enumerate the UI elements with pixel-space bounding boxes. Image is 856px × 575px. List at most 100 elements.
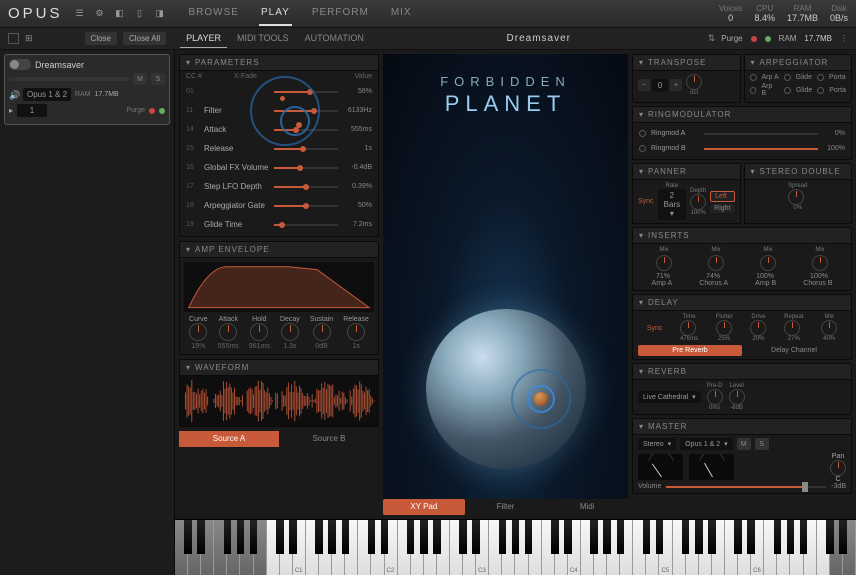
delay-knob-mix[interactable]: Mix40% xyxy=(821,314,837,342)
inst-purge-green[interactable] xyxy=(159,108,165,114)
black-key[interactable] xyxy=(368,520,375,554)
black-key[interactable] xyxy=(342,520,349,554)
master-volume-slider[interactable] xyxy=(666,486,826,488)
layout-center-icon[interactable]: ▯ xyxy=(133,7,147,21)
black-key[interactable] xyxy=(708,520,715,554)
reverb-level-knob[interactable] xyxy=(729,389,745,405)
master-mode-dropdown[interactable]: Stereo▾ xyxy=(638,438,676,450)
transpose-knob[interactable] xyxy=(686,74,702,90)
delay-knob-flutter[interactable]: Flutter25% xyxy=(716,314,733,342)
black-key[interactable] xyxy=(787,520,794,554)
source-a-tab[interactable]: Source A xyxy=(179,431,279,447)
preset-name-display[interactable]: Dreamsaver xyxy=(507,33,571,44)
param-row-16[interactable]: 16Global FX Volume-0.4dB xyxy=(186,158,372,177)
black-key[interactable] xyxy=(472,520,479,554)
env-knob-attack[interactable]: Attack555ms xyxy=(218,316,239,350)
amp-envelope-header[interactable]: ▾AMP ENVELOPE xyxy=(180,242,378,258)
tab-perform[interactable]: PERFORM xyxy=(310,1,371,26)
center-tab-xypad[interactable]: XY Pad xyxy=(383,499,465,515)
tab-mix[interactable]: MIX xyxy=(389,1,414,26)
preset-updown-icon[interactable]: ⇅ xyxy=(708,33,716,44)
transpose-plus[interactable]: + xyxy=(670,79,682,91)
delay-tab-prereverb[interactable]: Pre Reverb xyxy=(638,345,742,356)
black-key[interactable] xyxy=(433,520,440,554)
tab-browse[interactable]: BROWSE xyxy=(187,1,241,26)
reverb-predelay-knob[interactable] xyxy=(707,389,723,405)
panner-depth-knob[interactable] xyxy=(690,194,706,210)
solo-button[interactable]: S xyxy=(151,73,165,85)
black-key[interactable] xyxy=(184,520,191,554)
insert-knob[interactable] xyxy=(708,255,724,271)
close-all-button[interactable]: Close All xyxy=(123,32,166,45)
black-key[interactable] xyxy=(459,520,466,554)
black-key[interactable] xyxy=(197,520,204,554)
center-tab-filter[interactable]: Filter xyxy=(465,499,547,515)
black-key[interactable] xyxy=(826,520,833,554)
select-all-checkbox[interactable] xyxy=(8,33,19,44)
delay-knob-repeat[interactable]: Repeat27% xyxy=(784,314,803,342)
mute-button[interactable]: M xyxy=(133,73,147,85)
black-key[interactable] xyxy=(590,520,597,554)
delay-knob-drive[interactable]: Drive20% xyxy=(750,314,766,342)
black-key[interactable] xyxy=(839,520,846,554)
master-pan-knob[interactable] xyxy=(830,460,846,476)
env-knob-decay[interactable]: Decay1.3s xyxy=(280,316,300,350)
instrument-volume-slider[interactable] xyxy=(9,77,129,81)
master-mute[interactable]: M xyxy=(737,438,751,450)
planet-xy-view[interactable]: FORBIDDEN PLANET xyxy=(383,54,628,499)
black-key[interactable] xyxy=(747,520,754,554)
black-key[interactable] xyxy=(643,520,650,554)
transpose-stepper[interactable]: − 0 + xyxy=(638,79,682,92)
source-b-tab[interactable]: Source B xyxy=(279,431,379,447)
panner-left[interactable]: Left xyxy=(710,191,734,202)
more-icon[interactable]: ⋮ xyxy=(840,34,848,43)
layout-right-icon[interactable]: ◨ xyxy=(153,7,167,21)
ringmod-row[interactable]: Ringmod B100% xyxy=(639,141,845,156)
waveform-header[interactable]: ▾WAVEFORM xyxy=(180,360,378,376)
env-knob-sustain[interactable]: Sustain0dB xyxy=(310,316,333,350)
param-row-15[interactable]: 15Release1s xyxy=(186,139,372,158)
panner-right[interactable]: Right xyxy=(710,204,734,213)
black-key[interactable] xyxy=(525,520,532,554)
black-key[interactable] xyxy=(315,520,322,554)
instrument-card[interactable]: Dreamsaver M S 🔊 Opus 1 & 2 RAM 17.7MB ▸… xyxy=(4,54,170,125)
center-tab-midi[interactable]: Midi xyxy=(546,499,628,515)
delay-knob-time[interactable]: Time476ms xyxy=(680,314,698,342)
black-key[interactable] xyxy=(224,520,231,554)
subtab-player[interactable]: PLAYER xyxy=(180,29,227,48)
black-key[interactable] xyxy=(551,520,558,554)
menu-icon[interactable]: ☰ xyxy=(73,7,87,21)
black-key[interactable] xyxy=(250,520,257,554)
param-row-18[interactable]: 18Arpeggiator Gate50% xyxy=(186,196,372,215)
parameters-header[interactable]: ▾PARAMETERS xyxy=(180,55,378,71)
param-row-19[interactable]: 19Glide Time7.2ms xyxy=(186,215,372,234)
layout-left-icon[interactable]: ◧ xyxy=(113,7,127,21)
black-key[interactable] xyxy=(603,520,610,554)
black-key[interactable] xyxy=(512,520,519,554)
ringmod-row[interactable]: Ringmod A0% xyxy=(639,126,845,141)
waveform-display[interactable] xyxy=(180,376,378,426)
xy-cursor[interactable] xyxy=(534,392,548,406)
purge-dot-green[interactable] xyxy=(765,36,771,42)
master-output-dropdown[interactable]: Opus 1 & 2▾ xyxy=(680,438,733,450)
black-key[interactable] xyxy=(695,520,702,554)
black-key[interactable] xyxy=(564,520,571,554)
delay-tab-channel[interactable]: Delay Channel xyxy=(742,345,846,356)
panner-sync[interactable]: Sync xyxy=(638,198,654,205)
env-knob-release[interactable]: Release1s xyxy=(343,316,369,350)
black-key[interactable] xyxy=(407,520,414,554)
black-key[interactable] xyxy=(289,520,296,554)
black-key[interactable] xyxy=(617,520,624,554)
param-row-17[interactable]: 17Step LFO Depth0.39% xyxy=(186,177,372,196)
param-row-01[interactable]: 0156% xyxy=(186,82,372,101)
black-key[interactable] xyxy=(734,520,741,554)
master-solo[interactable]: S xyxy=(755,438,769,450)
list-icon[interactable]: ⊞ xyxy=(25,33,33,44)
spread-knob[interactable] xyxy=(788,189,804,205)
black-key[interactable] xyxy=(328,520,335,554)
black-key[interactable] xyxy=(237,520,244,554)
param-row-11[interactable]: 11Filter6133Hz xyxy=(186,101,372,120)
channel-field[interactable]: 1 xyxy=(17,104,47,117)
reverb-preset-dropdown[interactable]: Live Cathedral▾ xyxy=(638,391,701,403)
delay-sync[interactable]: Sync xyxy=(647,325,663,332)
